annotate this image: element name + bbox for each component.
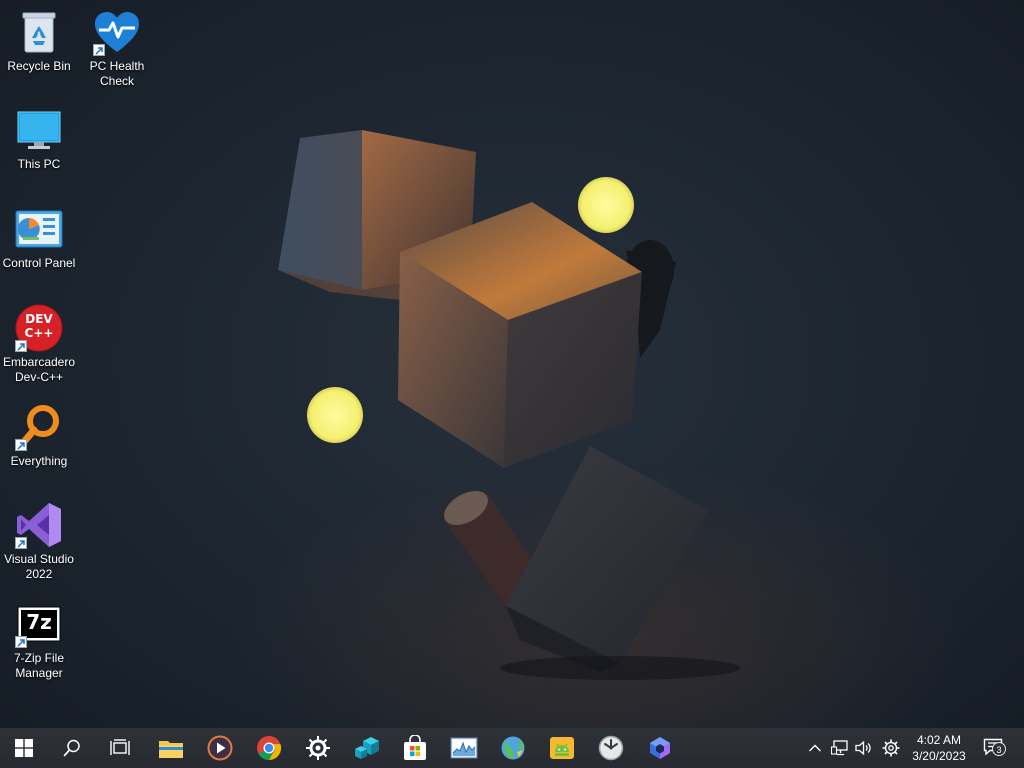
isometric-app-icon <box>355 737 379 759</box>
shortcut-arrow-icon <box>15 439 27 451</box>
desktop-icon-dev-cpp[interactable]: DEV C++ Embarcadero Dev-C++ <box>0 304 78 385</box>
seven-zip-icon: 7z <box>15 600 63 648</box>
windows-logo-icon <box>15 739 33 757</box>
file-explorer-icon <box>159 741 183 758</box>
search-button[interactable] <box>48 728 96 768</box>
visual-studio-icon <box>15 501 63 549</box>
desktop-icon-label: This PC <box>17 157 61 171</box>
tray-network-button[interactable] <box>828 728 852 768</box>
taskbar-app-media-player[interactable] <box>196 728 244 768</box>
desktop-icon-control-panel[interactable]: Control Panel <box>0 205 78 271</box>
desktop-icon-label: Visual Studio 2022 <box>4 552 74 581</box>
shortcut-arrow-icon <box>15 636 27 648</box>
desktop-icon-label: Everything <box>10 454 68 468</box>
volume-icon <box>855 740 871 756</box>
steelseries-icon <box>306 736 330 760</box>
media-player-icon <box>207 735 233 761</box>
desktop-icon-recycle-bin[interactable]: Recycle Bin <box>0 8 78 74</box>
desktop-icon-label: PC Health Check <box>89 59 145 88</box>
desktop[interactable]: Recycle Bin PC Health Check This PC Cont… <box>0 0 1024 728</box>
health-heart-icon <box>93 8 141 56</box>
desktop-icon-label: Recycle Bin <box>7 59 71 73</box>
desktop-icon-label: Control Panel <box>2 256 76 270</box>
shortcut-arrow-icon <box>93 44 105 56</box>
microsoft-store-icon <box>404 735 426 760</box>
desktop-icon-label: Embarcadero Dev-C++ <box>2 355 76 384</box>
taskbar-app-microsoft-store[interactable] <box>391 728 439 768</box>
search-icon <box>63 739 80 757</box>
dev-cpp-icon: DEV C++ <box>15 304 63 352</box>
task-view-button[interactable] <box>96 728 144 768</box>
action-center-button[interactable]: 3 <box>978 728 1008 768</box>
recycle-bin-icon <box>15 8 63 56</box>
taskbar-app-file-explorer[interactable] <box>147 728 195 768</box>
desktop-icon-visual-studio[interactable]: Visual Studio 2022 <box>0 501 78 582</box>
clock-date: 3/20/2023 <box>912 749 966 763</box>
chrome-icon <box>257 736 282 761</box>
taskbar-app-clock[interactable] <box>587 728 635 768</box>
globe-app-icon <box>501 736 525 760</box>
desktop-icon-pc-health-check[interactable]: PC Health Check <box>78 8 156 89</box>
gear-icon <box>882 739 900 757</box>
clock-app-icon <box>598 735 624 761</box>
control-panel-icon <box>15 205 63 253</box>
taskbar-app-chrome[interactable] <box>245 728 293 768</box>
wallpaper <box>278 130 740 680</box>
copilot-icon <box>650 737 670 759</box>
taskbar-app-steelseries[interactable] <box>294 728 342 768</box>
monitor-icon <box>15 106 63 154</box>
seven-zip-logo-text: 7z <box>26 610 52 634</box>
taskbar-app-isometric[interactable] <box>343 728 391 768</box>
magnifier-orange-icon <box>15 403 63 451</box>
clock-time: 4:02 AM <box>916 733 962 747</box>
taskbar-app-android[interactable] <box>538 728 586 768</box>
network-icon <box>831 740 848 756</box>
dev-cpp-logo-text: DEV C++ <box>24 312 54 340</box>
resource-monitor-icon <box>450 737 478 759</box>
desktop-icon-label: 7-Zip File Manager <box>13 651 64 680</box>
tray-volume-button[interactable] <box>852 728 876 768</box>
shortcut-arrow-icon <box>15 340 27 352</box>
taskbar: 4:02 AM 3/20/2023 3 <box>0 728 1024 768</box>
taskbar-clock[interactable]: 4:02 AM 3/20/2023 <box>900 728 978 768</box>
shortcut-arrow-icon <box>15 537 27 549</box>
desktop-icon-this-pc[interactable]: This PC <box>0 106 78 172</box>
android-app-icon <box>550 737 574 759</box>
taskbar-app-globe[interactable] <box>489 728 537 768</box>
notification-count-badge: 3 <box>992 742 1006 756</box>
chevron-up-icon <box>809 744 821 752</box>
tray-overflow-button[interactable] <box>804 728 826 768</box>
start-button[interactable] <box>0 728 48 768</box>
taskbar-app-resource-monitor[interactable] <box>440 728 488 768</box>
desktop-icon-everything[interactable]: Everything <box>0 403 78 469</box>
taskbar-app-copilot[interactable] <box>636 728 684 768</box>
desktop-icon-7zip[interactable]: 7z 7-Zip File Manager <box>0 600 78 681</box>
task-view-icon <box>110 739 130 755</box>
